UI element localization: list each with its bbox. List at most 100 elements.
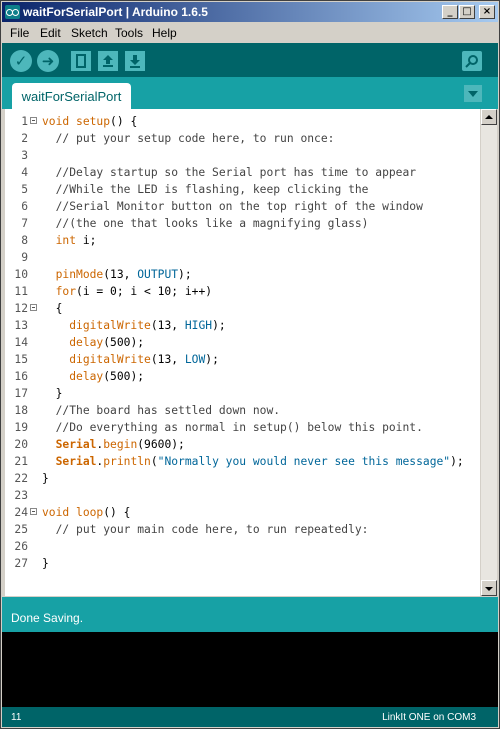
code-text: //Do everything as normal in setup() bel… [55, 421, 423, 434]
code-line[interactable]: 3 [5, 147, 480, 164]
code-text: void setup() { [42, 115, 138, 128]
line-number: 8 [21, 234, 28, 247]
code-text: } [42, 387, 63, 400]
code-editor[interactable]: 1 void setup() { 2 // put your setup code … [5, 109, 480, 596]
fold-toggle-icon[interactable] [30, 508, 37, 515]
verify-button[interactable]: ✓ [10, 50, 32, 72]
line-number: 2 [21, 132, 28, 145]
minimize-button[interactable]: _ [442, 5, 458, 19]
arduino-window: waitForSerialPort | Arduino 1.6.5 _ □ × … [0, 0, 500, 729]
fold-toggle-icon[interactable] [30, 117, 37, 124]
code-text: { [42, 302, 63, 315]
line-number: 20 [14, 438, 28, 451]
upload-button[interactable]: ➜ [37, 50, 59, 72]
board-port-label: LinkIt ONE on COM3 [382, 712, 476, 723]
menu-tools[interactable]: Tools [115, 26, 143, 40]
window-title: waitForSerialPort | Arduino 1.6.5 [23, 5, 208, 19]
menu-file[interactable]: File [10, 26, 29, 40]
code-text: //Serial Monitor button on the top right… [55, 200, 423, 213]
code-text: Serial.println("Normally you would never… [55, 455, 464, 468]
code-line[interactable]: 24 void loop() { [5, 504, 480, 521]
code-line[interactable]: 4 //Delay startup so the Serial port has… [5, 164, 480, 181]
code-text: pinMode(13, OUTPUT); [55, 268, 192, 281]
line-number: 12 [14, 302, 28, 315]
code-line[interactable]: 5 //While the LED is flashing, keep clic… [5, 181, 480, 198]
code-text: for(i = 0; i < 10; i++) [55, 285, 213, 298]
open-arrow-up-icon [103, 55, 113, 67]
line-number: 16 [14, 370, 28, 383]
status-message: Done Saving. [11, 611, 84, 625]
code-line[interactable]: 15 digitalWrite(13, LOW); [5, 351, 480, 368]
line-number: 23 [14, 489, 28, 502]
fold-toggle-icon[interactable] [30, 304, 37, 311]
code-line[interactable]: 8 int i; [5, 232, 480, 249]
line-number: 19 [14, 421, 28, 434]
tab-bar: waitForSerialPort [2, 77, 498, 109]
code-line[interactable]: 20 Serial.begin(9600); [5, 436, 480, 453]
title-bar[interactable]: waitForSerialPort | Arduino 1.6.5 _ □ × [2, 2, 498, 22]
code-line[interactable]: 12 { [5, 300, 480, 317]
open-button[interactable] [98, 51, 118, 71]
code-text: } [42, 472, 49, 485]
tab-waitforserialport[interactable]: waitForSerialPort [12, 83, 131, 109]
code-line[interactable]: 2 // put your setup code here, to run on… [5, 130, 480, 147]
scroll-down-button[interactable] [481, 580, 497, 596]
code-line[interactable]: 14 delay(500); [5, 334, 480, 351]
menu-sketch[interactable]: Sketch [71, 26, 108, 40]
console-output[interactable] [2, 632, 498, 707]
code-line[interactable]: 10 pinMode(13, OUTPUT); [5, 266, 480, 283]
footer-bar: 11 LinkIt ONE on COM3 [2, 707, 498, 727]
current-line-number: 11 [11, 712, 22, 723]
code-line[interactable]: 22} [5, 470, 480, 487]
code-line[interactable]: 13 digitalWrite(13, HIGH); [5, 317, 480, 334]
line-number: 1 [21, 115, 28, 128]
save-button[interactable] [125, 51, 145, 71]
code-line[interactable]: 18 //The board has settled down now. [5, 402, 480, 419]
line-number: 22 [14, 472, 28, 485]
code-line[interactable]: 9 [5, 249, 480, 266]
code-text: } [42, 557, 49, 570]
code-text: //(the one that looks like a magnifying … [55, 217, 369, 230]
toolbar: ✓ ➜ [2, 43, 498, 77]
line-number: 27 [14, 557, 28, 570]
status-bar: Done Saving. [2, 597, 498, 632]
code-line[interactable]: 23 [5, 487, 480, 504]
code-line[interactable]: 21 Serial.println("Normally you would ne… [5, 453, 480, 470]
code-line[interactable]: 17 } [5, 385, 480, 402]
code-line[interactable]: 1 void setup() { [5, 113, 480, 130]
code-line[interactable]: 11 for(i = 0; i < 10; i++) [5, 283, 480, 300]
code-line[interactable]: 19 //Do everything as normal in setup() … [5, 419, 480, 436]
code-line[interactable]: 6 //Serial Monitor button on the top rig… [5, 198, 480, 215]
line-number: 9 [21, 251, 28, 264]
line-number: 10 [14, 268, 28, 281]
line-number: 15 [14, 353, 28, 366]
code-line[interactable]: 7 //(the one that looks like a magnifyin… [5, 215, 480, 232]
menu-edit[interactable]: Edit [40, 26, 61, 40]
code-text: delay(500); [69, 370, 145, 383]
line-number: 4 [21, 166, 28, 179]
code-line[interactable]: 26 [5, 538, 480, 555]
code-text: //While the LED is flashing, keep clicki… [55, 183, 369, 196]
line-number: 7 [21, 217, 28, 230]
line-number: 18 [14, 404, 28, 417]
save-arrow-down-icon [130, 55, 140, 68]
code-line[interactable]: 27} [5, 555, 480, 572]
code-text: // put your main code here, to run repea… [55, 523, 369, 536]
vertical-scrollbar[interactable] [481, 109, 497, 596]
menu-help[interactable]: Help [152, 26, 177, 40]
code-text: delay(500); [69, 336, 145, 349]
line-number: 21 [14, 455, 28, 468]
line-number: 25 [14, 523, 28, 536]
scroll-up-button[interactable] [481, 109, 497, 125]
line-number: 6 [21, 200, 28, 213]
close-button[interactable]: × [479, 5, 495, 19]
line-number: 3 [21, 149, 28, 162]
maximize-button[interactable]: □ [459, 5, 475, 19]
code-line[interactable]: 16 delay(500); [5, 368, 480, 385]
serial-monitor-button[interactable] [462, 51, 482, 71]
code-line[interactable]: 25 // put your main code here, to run re… [5, 521, 480, 538]
check-icon: ✓ [14, 52, 28, 70]
tab-menu-button[interactable] [464, 85, 482, 102]
new-button[interactable] [71, 51, 91, 71]
code-text: digitalWrite(13, LOW); [69, 353, 219, 366]
